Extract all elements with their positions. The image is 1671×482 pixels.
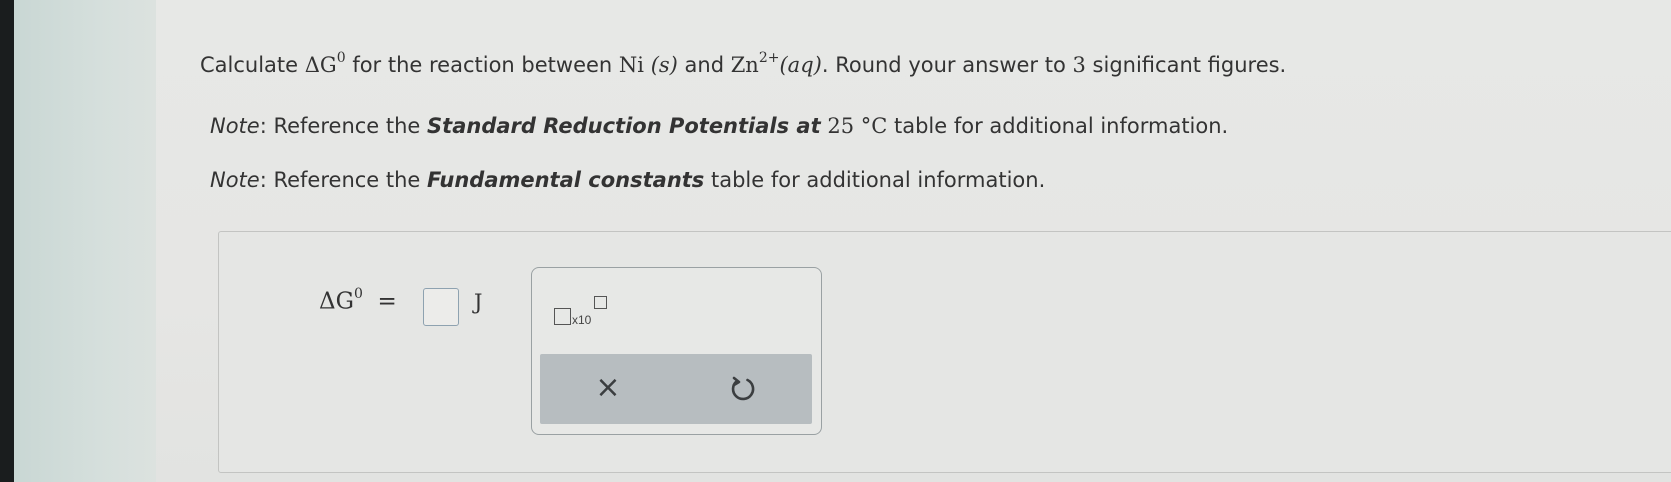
- note-suffix: table for additional information.: [887, 114, 1229, 138]
- question-suffix: significant figures.: [1085, 53, 1287, 77]
- note-suffix: table for additional information.: [704, 168, 1046, 192]
- x10-label: x10: [572, 313, 592, 327]
- clear-button[interactable]: ×: [590, 370, 626, 406]
- window-edge: [0, 0, 14, 482]
- standard-reduction-table-link[interactable]: Standard Reduction Potentials at: [427, 114, 821, 138]
- action-bar: [540, 354, 812, 424]
- temperature-value: 25 °C: [827, 114, 888, 138]
- note-fundamental-constants: Note: Reference the Fundamental constant…: [210, 168, 1045, 192]
- answer-panel: [218, 231, 1671, 473]
- answer-label: ΔG0 =: [319, 286, 397, 315]
- equals-sign: =: [377, 288, 397, 315]
- mantissa-placeholder-icon: [554, 308, 571, 325]
- question-mid: for the reaction between: [345, 53, 619, 77]
- zinc-species: Zn2+(aq): [730, 50, 822, 77]
- sig-figs-count: 3: [1072, 53, 1086, 77]
- fundamental-constants-table-link[interactable]: Fundamental constants: [427, 168, 704, 192]
- delta-g-symbol: ΔG0: [304, 50, 346, 77]
- answer-input[interactable]: [423, 288, 459, 326]
- note-standard-reduction: Note: Reference the Standard Reduction P…: [210, 114, 1228, 138]
- left-sidebar: [14, 0, 156, 482]
- close-icon: ×: [595, 370, 621, 405]
- question-and: and: [677, 53, 731, 77]
- unit-label: J: [474, 290, 483, 314]
- note-text: : Reference the: [259, 168, 428, 192]
- nickel-species: Ni (s): [618, 53, 678, 77]
- undo-button[interactable]: [725, 370, 761, 406]
- note-label: Note: [210, 168, 260, 192]
- exponent-placeholder-icon: [594, 296, 607, 309]
- note-label: Note: [210, 114, 260, 138]
- scientific-notation-button[interactable]: x10: [552, 296, 614, 330]
- question-round: . Round your answer to: [821, 53, 1073, 77]
- question-prefix: Calculate: [200, 53, 305, 77]
- question-text: Calculate ΔG0 for the reaction between N…: [200, 50, 1287, 77]
- note-text: : Reference the: [259, 114, 428, 138]
- undo-icon: [731, 376, 755, 401]
